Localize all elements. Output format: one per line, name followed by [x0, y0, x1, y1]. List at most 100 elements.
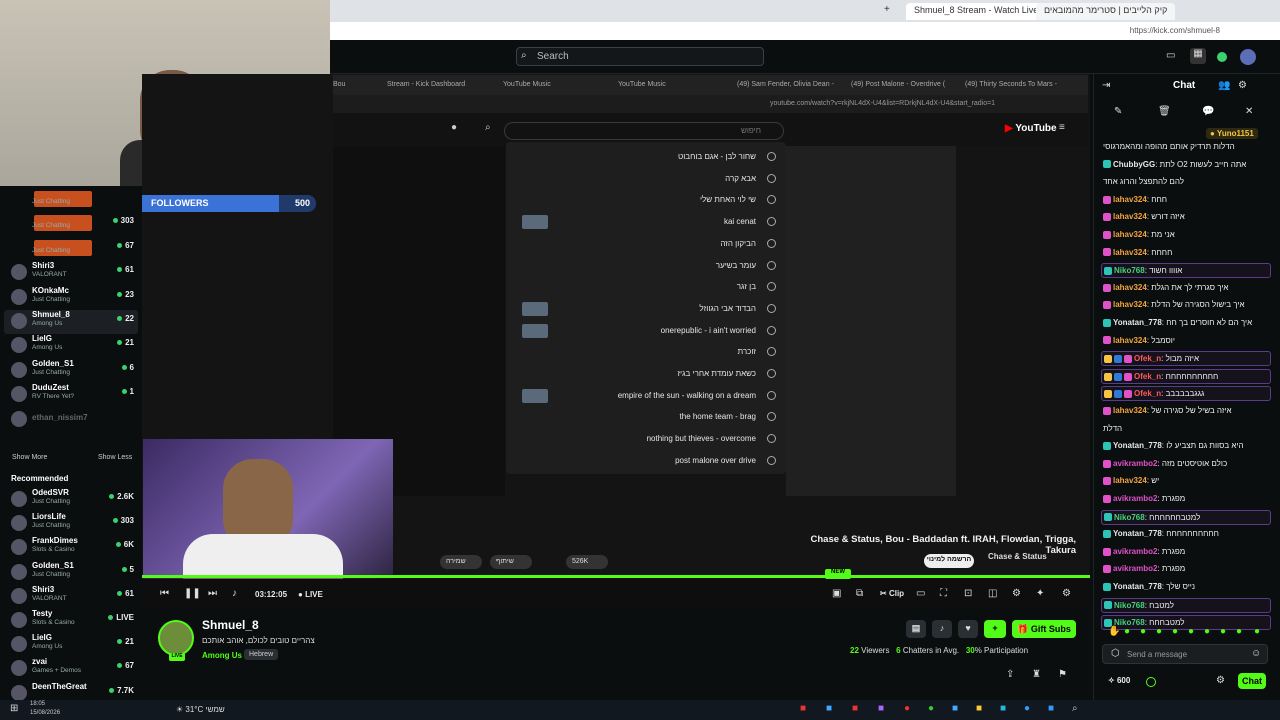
sidebar-channel[interactable]: Golden_S1 Just Chatting 6	[4, 359, 138, 383]
chat-username[interactable]: lahav324	[1113, 212, 1147, 221]
fullscreen-icon[interactable]: ⛶	[940, 588, 947, 599]
edge-icon[interactable]: ●	[1024, 703, 1030, 714]
chat-username[interactable]: lahav324	[1113, 195, 1147, 204]
subscribe-button[interactable]: הרשמה למינוי	[924, 554, 974, 568]
points-icon[interactable]	[1146, 677, 1156, 687]
clip-action-icon[interactable]: ▤	[906, 620, 926, 638]
chat-username[interactable]: Ofek_n	[1134, 372, 1161, 381]
stream-category[interactable]: Among Us	[202, 651, 242, 660]
suggestion-item[interactable]: שחור לבן - אגם בוחבוט	[678, 152, 756, 161]
emote-icon[interactable]: ●	[1236, 626, 1242, 637]
chat-username[interactable]: lahav324	[1113, 283, 1147, 292]
sidebar-channel[interactable]: LielG Among Us 21	[4, 334, 138, 358]
follow-heart-icon[interactable]: ♥	[958, 620, 978, 638]
channel-points[interactable]: ✧ 600	[1108, 676, 1130, 685]
suggestion-item[interactable]: the home team - brag	[680, 412, 756, 421]
show-more-button[interactable]: Show More	[12, 454, 47, 461]
chat-username[interactable]: lahav324	[1113, 248, 1147, 257]
forward-icon[interactable]: ⏭	[208, 588, 217, 599]
sidebar-channel[interactable]: Testy Slots & Casino LIVE	[4, 609, 138, 633]
sidebar-channel[interactable]: ethan_nissim7	[4, 408, 138, 432]
suggestion-item[interactable]: עומר בשיער	[716, 261, 756, 270]
notification-icon[interactable]: ♪	[932, 620, 952, 638]
avatar[interactable]	[1240, 49, 1256, 65]
suggestion-item[interactable]: שי לוי האחת שלי	[700, 195, 756, 204]
emote-icon[interactable]: ●	[1156, 626, 1162, 637]
sidebar-channel[interactable]: Shiri3 VALORANT 61	[4, 585, 138, 609]
chat-message[interactable]: lahav324: חחח	[1101, 193, 1271, 208]
chat-username[interactable]: avikrambo2	[1113, 547, 1157, 556]
suggestion-item[interactable]: kai cenat	[724, 217, 756, 226]
trash-icon[interactable]: 🗑	[1158, 106, 1171, 117]
chat-username[interactable]: lahav324	[1113, 300, 1147, 309]
suggestion-item[interactable]: הבדוד אבי הגווזל	[699, 304, 756, 313]
chat-bubble-icon[interactable]: 💬	[1202, 106, 1214, 117]
camera-icon[interactable]: ▣	[832, 588, 841, 599]
chat-message[interactable]: avikrambo2: מפגרת	[1101, 562, 1271, 577]
chat-username[interactable]: ChubbyGG	[1113, 160, 1155, 169]
chat-username[interactable]: Ofek_n	[1134, 389, 1161, 398]
youtube-logo[interactable]: ▶ YouTube	[1005, 123, 1057, 134]
chat-message[interactable]: להם להתפצל והרוג אחד	[1101, 175, 1271, 190]
search-input[interactable]: Search	[516, 47, 764, 66]
search-taskbar-icon[interactable]: ⌕	[1072, 703, 1078, 714]
chat-message[interactable]: הדלת	[1101, 422, 1271, 437]
emote-icon[interactable]: ●	[1254, 626, 1260, 637]
streamer-avatar[interactable]: LIVE	[158, 620, 194, 661]
chat-username[interactable]: avikrambo2	[1113, 494, 1157, 503]
chat-message[interactable]: avikrambo2: מפגרת	[1101, 492, 1271, 507]
sidebar-channel[interactable]: OdedSVR Just Chatting 2.6K	[4, 488, 138, 512]
suggestion-item[interactable]: nothing but thieves - overcome	[647, 434, 756, 443]
app-icon[interactable]: ■	[1048, 703, 1054, 714]
sidebar-channel[interactable]: Golden_S1 Just Chatting 5	[4, 561, 138, 585]
suggestion-item[interactable]: אבא קרה	[725, 174, 756, 183]
suggestion-item[interactable]: post malone over drive	[675, 456, 756, 465]
chat-username[interactable]: lahav324	[1113, 336, 1147, 345]
gift-subs-button[interactable]: 🎁 Gift Subs	[1012, 620, 1076, 638]
sidebar-channel[interactable]: Shmuel_8 Among Us 22	[4, 310, 138, 334]
settings-icon[interactable]: ⚙	[1012, 588, 1021, 599]
chat-input[interactable]: Send a message ⬡ ☺	[1102, 644, 1268, 664]
suggestion-item[interactable]: בן זגר	[737, 282, 756, 291]
rewind-icon[interactable]: ⏮	[160, 588, 169, 599]
clip-button[interactable]: ✂ Clip	[880, 589, 904, 598]
chat-message[interactable]: Ofek_n: חחחחחחחחחח	[1101, 368, 1271, 384]
sidebar-channel[interactable]: FrankDimes Slots & Casino 6K	[4, 536, 138, 560]
top-gifter[interactable]: ● Yuno1151	[1206, 128, 1258, 139]
chat-message[interactable]: lahav324: איזה בשיל של סגירה של	[1101, 404, 1271, 419]
address-bar[interactable]: https://kick.com/shmuel-8	[330, 22, 1280, 40]
chat-username[interactable]: Yonatan_778	[1113, 318, 1162, 327]
windows-start-icon[interactable]: ⊞	[10, 703, 18, 714]
emote-icon[interactable]: ●	[1188, 626, 1194, 637]
show-less-button[interactable]: Show Less	[98, 454, 132, 461]
app-icon[interactable]: ■	[878, 703, 884, 714]
sparkle-icon[interactable]: ✦	[1036, 588, 1044, 599]
sidebar-channel[interactable]: LiorsLife Just Chatting 303	[4, 512, 138, 536]
app-icon[interactable]: ■	[826, 703, 832, 714]
chat-username[interactable]: Ofek_n	[1134, 354, 1161, 363]
share-button[interactable]: שיתוף	[490, 555, 532, 569]
chat-username[interactable]: Yonatan_778	[1113, 529, 1162, 538]
sidebar-channel[interactable]: DuduZest RV There Yet? 1	[4, 383, 138, 407]
chat-gear-icon[interactable]: ⚙	[1216, 675, 1225, 686]
chat-username[interactable]: Niko768	[1114, 601, 1145, 610]
chat-message[interactable]: lahav324: יוסמבל	[1101, 334, 1271, 349]
emoji-icon[interactable]: ☺	[1251, 648, 1261, 659]
chat-message[interactable]: Yonatan_778: איך הם לא חוסרים בך חח	[1101, 316, 1271, 331]
chat-message[interactable]: avikrambo2: כולם אוטיסטים מזה	[1101, 457, 1271, 472]
pin-tool-icon[interactable]: ✎	[1114, 106, 1122, 117]
gear-icon[interactable]: ⚙	[1062, 588, 1071, 599]
chat-username[interactable]: Niko768	[1114, 513, 1145, 522]
collapse-chat-icon[interactable]: ⇥	[1102, 80, 1110, 91]
report-icon[interactable]: ⚑	[1058, 669, 1067, 680]
new-tab-icon[interactable]: +	[884, 4, 890, 15]
popout-icon[interactable]: ⧉	[856, 588, 863, 599]
chat-username[interactable]: Yonatan_778	[1113, 441, 1162, 450]
menu-icon[interactable]: ≡	[1059, 122, 1065, 133]
suggestion-item[interactable]: onerepublic - i ain't worried	[661, 326, 756, 335]
sidebar-channel[interactable]: LielG Among Us 21	[4, 633, 138, 657]
chat-message[interactable]: lahav324: חחחח	[1101, 246, 1271, 261]
suggestion-item[interactable]: הביקון הזה	[720, 239, 756, 248]
pause-icon[interactable]: ❚❚	[184, 588, 201, 599]
grid-icon[interactable]: ▦	[1190, 48, 1206, 64]
